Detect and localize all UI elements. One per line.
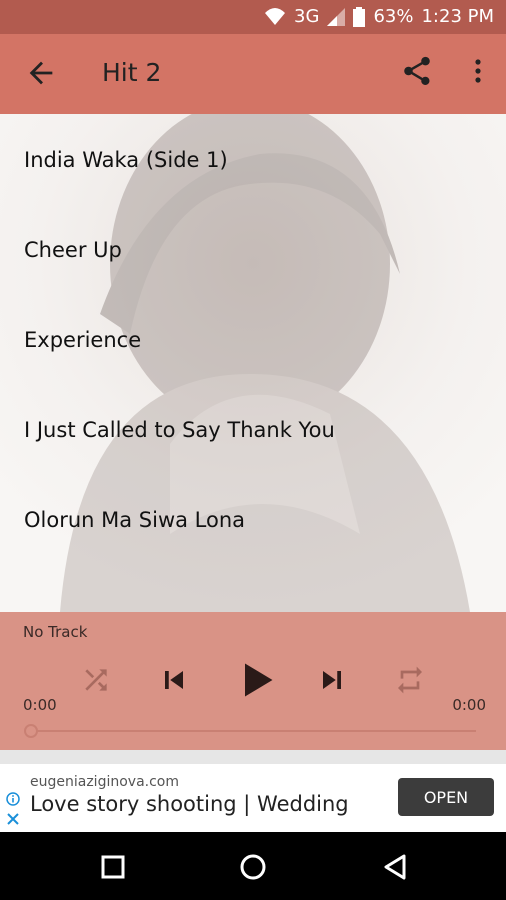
track-item[interactable]: Cheer Up bbox=[24, 238, 122, 262]
track-item[interactable]: Experience bbox=[24, 328, 141, 352]
track-item[interactable]: Olorun Ma Siwa Lona bbox=[24, 508, 245, 532]
skip-previous-icon[interactable] bbox=[156, 660, 192, 700]
battery-percent: 63% bbox=[373, 6, 414, 27]
track-item[interactable]: I Just Called to Say Thank You bbox=[24, 418, 335, 442]
back-nav-icon[interactable] bbox=[378, 850, 412, 884]
recents-icon[interactable] bbox=[96, 850, 130, 884]
repeat-icon[interactable] bbox=[394, 660, 426, 700]
elapsed-time: 0:00 bbox=[23, 696, 57, 714]
skip-next-icon[interactable] bbox=[314, 660, 350, 700]
status-bar: 3G 63% 1:23 PM bbox=[0, 0, 506, 34]
more-vert-icon[interactable] bbox=[466, 54, 490, 88]
network-type: 3G bbox=[294, 6, 320, 27]
info-icon[interactable] bbox=[6, 792, 20, 806]
page-title: Hit 2 bbox=[102, 58, 162, 87]
now-playing-label: No Track bbox=[23, 623, 88, 641]
player-panel: No Track 0:00 0:00 bbox=[0, 612, 506, 750]
seek-bar[interactable] bbox=[24, 724, 476, 738]
track-item[interactable]: India Waka (Side 1) bbox=[24, 148, 228, 172]
open-button[interactable]: OPEN bbox=[398, 778, 494, 816]
artist-background-image bbox=[60, 114, 470, 612]
shuffle-icon[interactable] bbox=[80, 660, 112, 700]
clock: 1:23 PM bbox=[421, 6, 494, 27]
divider bbox=[0, 750, 506, 764]
ad-url: eugeniaziginova.com bbox=[30, 774, 179, 790]
navigation-bar bbox=[0, 832, 506, 900]
close-icon[interactable] bbox=[6, 812, 20, 826]
play-icon[interactable] bbox=[234, 656, 278, 704]
battery-icon bbox=[353, 6, 366, 27]
share-icon[interactable] bbox=[400, 54, 434, 88]
total-time: 0:00 bbox=[452, 696, 486, 714]
ad-banner[interactable]: eugeniaziginova.com Love story shooting … bbox=[0, 764, 506, 832]
home-icon[interactable] bbox=[236, 850, 270, 884]
ad-title[interactable]: Love story shooting | Wedding bbox=[30, 792, 349, 816]
arrow-back-icon[interactable] bbox=[24, 56, 58, 90]
track-list: India Waka (Side 1) Cheer Up Experience … bbox=[0, 114, 506, 612]
status-icons: 3G 63% 1:23 PM bbox=[264, 6, 494, 27]
app-bar: Hit 2 bbox=[0, 34, 506, 114]
cell-signal-icon bbox=[327, 7, 346, 26]
signal-heart-icon bbox=[265, 7, 286, 25]
seek-thumb[interactable] bbox=[24, 724, 38, 738]
